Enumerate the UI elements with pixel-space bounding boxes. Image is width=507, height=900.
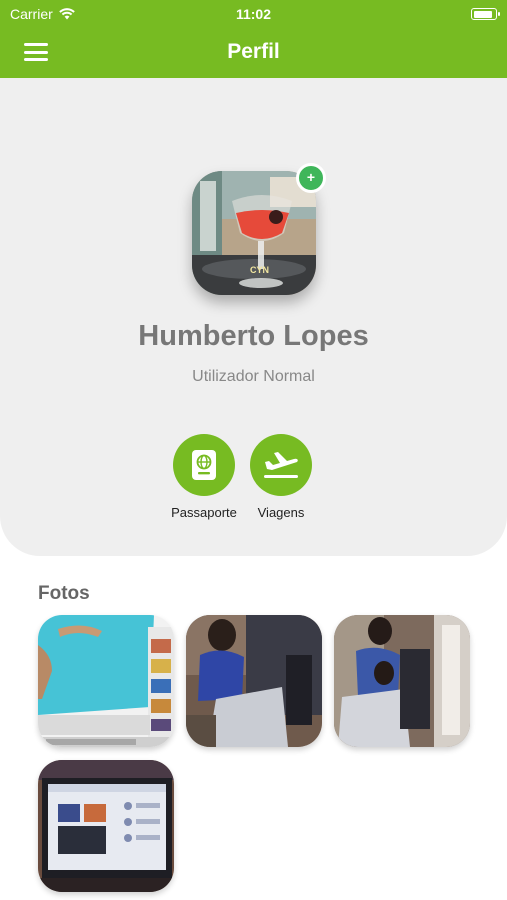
avatar-photo: CYN — [192, 171, 316, 295]
photo-thumbnail[interactable] — [186, 615, 322, 747]
svg-text:CYN: CYN — [250, 265, 269, 275]
airplane-icon — [264, 452, 298, 478]
app-header: Perfil — [0, 28, 507, 78]
trips-label: Viagens — [257, 505, 305, 520]
trips-button[interactable]: Viagens — [236, 434, 326, 520]
trips-button-circle — [250, 434, 312, 496]
add-avatar-button[interactable]: + — [296, 163, 326, 193]
status-bar: Carrier 11:02 — [0, 0, 507, 28]
photo-image — [38, 760, 174, 892]
battery-icon — [471, 8, 500, 20]
page-title: Perfil — [227, 40, 280, 63]
battery-level — [473, 10, 492, 18]
profile-card: CYN + Humberto Lopes Utilizador Normal P… — [0, 78, 507, 556]
photo-thumbnail[interactable] — [334, 615, 470, 747]
photo-image — [38, 615, 174, 747]
photos-section-title: Fotos — [38, 583, 90, 604]
status-time: 11:02 — [235, 6, 272, 22]
photo-image — [334, 615, 470, 747]
photo-thumbnail[interactable] — [38, 615, 174, 747]
passport-button-circle — [173, 434, 235, 496]
avatar-container: CYN + — [192, 163, 326, 295]
photo-image — [186, 615, 322, 747]
profile-name: Humberto Lopes — [138, 320, 369, 352]
avatar[interactable]: CYN — [192, 171, 316, 295]
photo-thumbnail[interactable] — [38, 760, 174, 892]
profile-role: Utilizador Normal — [192, 368, 315, 385]
passport-icon — [192, 450, 216, 480]
